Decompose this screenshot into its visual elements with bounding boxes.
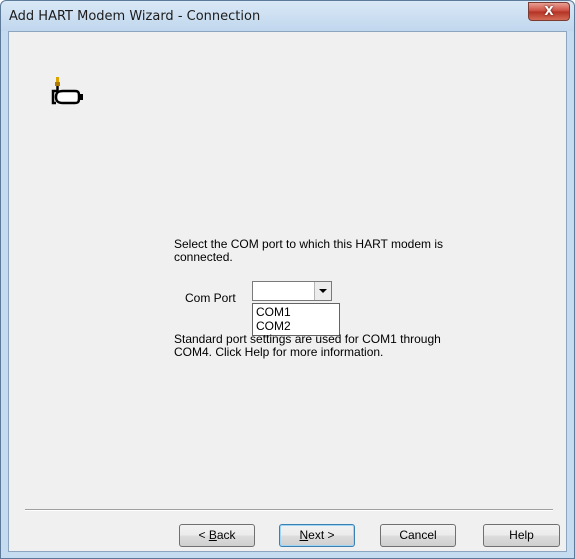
com-port-combobox[interactable] <box>252 281 332 301</box>
com-port-option-com1[interactable]: COM1 <box>254 305 338 319</box>
com-port-option-com2[interactable]: COM2 <box>254 319 338 333</box>
port-settings-hint: Standard port settings are used for COM1… <box>174 332 441 359</box>
cancel-button[interactable]: Cancel <box>380 524 456 547</box>
com-port-label: Com Port <box>185 291 236 305</box>
wizard-client-area: Select the COM port to which this HART m… <box>8 31 567 552</box>
instruction-text: Select the COM port to which this HART m… <box>174 237 443 264</box>
wizard-window: Add HART Modem Wizard - Connection X Sel… <box>0 0 575 559</box>
title-bar[interactable]: Add HART Modem Wizard - Connection X <box>1 1 574 31</box>
modem-plug-icon <box>51 77 83 105</box>
next-button-label: ext > <box>308 528 335 542</box>
back-button-prefix: < <box>198 528 209 542</box>
help-button[interactable]: Help <box>483 524 560 547</box>
next-button-mnemonic: N <box>299 528 309 542</box>
window-title: Add HART Modem Wizard - Connection <box>9 9 261 24</box>
back-button-label: ack <box>216 528 236 542</box>
button-separator <box>25 509 553 511</box>
chevron-down-icon[interactable] <box>314 282 331 300</box>
close-icon: X <box>544 4 554 18</box>
close-button[interactable]: X <box>528 2 570 21</box>
back-button[interactable]: < Back <box>179 524 255 547</box>
next-button[interactable]: Next > <box>279 524 355 547</box>
back-button-mnemonic: B <box>208 528 217 542</box>
